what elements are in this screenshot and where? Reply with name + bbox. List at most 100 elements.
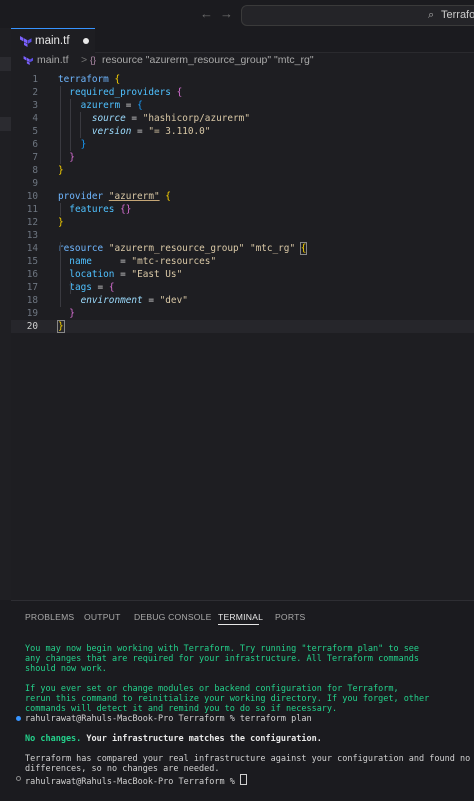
braces-icon: {} xyxy=(90,55,97,65)
code-line[interactable]: 19 } xyxy=(11,307,474,320)
terminal-line: differences, so no changes are needed. xyxy=(25,764,220,774)
line-number: 19 xyxy=(26,308,38,319)
line-number: 3 xyxy=(32,100,38,111)
line-number: 4 xyxy=(32,113,38,124)
code-text: name = "mtc-resources" xyxy=(69,256,217,267)
line-number: 13 xyxy=(26,230,38,241)
activity-bar xyxy=(0,28,11,600)
breadcrumb-file[interactable]: main.tf xyxy=(37,53,69,68)
command-status-dot-icon[interactable] xyxy=(16,716,21,721)
code-line[interactable]: 3 azurerm = { xyxy=(11,99,474,112)
tab-output[interactable]: OUTPUT xyxy=(84,611,121,623)
terminal-line: should now work. xyxy=(25,664,107,674)
activity-item[interactable] xyxy=(0,57,11,71)
no-changes-label: No changes. xyxy=(25,734,82,744)
code-editor[interactable]: 1 terraform {2 required_providers {3 azur… xyxy=(11,68,474,600)
line-number: 20 xyxy=(26,321,38,332)
active-tab-underline xyxy=(218,624,259,625)
code-line[interactable]: 8} xyxy=(11,164,474,177)
line-number: 12 xyxy=(26,217,38,228)
line-number: 11 xyxy=(26,204,38,215)
code-line[interactable]: 20} xyxy=(11,320,474,333)
code-line[interactable]: 1 terraform { xyxy=(11,73,474,86)
terminal-line: commands will detect it and remind you t… xyxy=(25,704,338,714)
code-text: source = "hashicorp/azurerm" xyxy=(91,113,250,124)
command-center-label: Terraform xyxy=(441,9,474,21)
tab-ports[interactable]: PORTS xyxy=(275,611,305,623)
indent-guide xyxy=(70,281,71,294)
code-line[interactable]: 17 tags = { xyxy=(11,281,474,294)
code-text: tags = { xyxy=(69,282,115,293)
indent-guide xyxy=(60,242,61,307)
line-number: 14 xyxy=(26,243,38,254)
terminal-line: rerun this command to reinitialize your … xyxy=(25,694,430,704)
unsaved-dot-icon[interactable] xyxy=(83,38,89,44)
search-icon: ⌕ xyxy=(428,9,435,21)
code-line[interactable]: 6 } xyxy=(11,138,474,151)
activity-item[interactable] xyxy=(0,117,11,131)
line-number: 17 xyxy=(26,282,38,293)
line-number: 8 xyxy=(32,165,38,176)
tab-main-tf[interactable]: main.tf xyxy=(11,28,95,53)
breadcrumb: main.tf > {} resource "azurerm_resource_… xyxy=(11,53,474,68)
breadcrumb-resource[interactable]: resource "azurerm_resource_group" "mtc_r… xyxy=(102,53,314,68)
line-number: 9 xyxy=(32,178,38,189)
code-text: } xyxy=(69,308,75,319)
code-text: resource "azurerm_resource_group" "mtc_r… xyxy=(58,242,308,255)
terraform-icon xyxy=(23,56,33,65)
terminal-line: No changes. Your infrastructure matches … xyxy=(25,734,322,744)
tab-debug-console[interactable]: DEBUG CONSOLE xyxy=(134,611,212,623)
indent-guide xyxy=(60,203,61,216)
code-line[interactable]: 15 name = "mtc-resources" xyxy=(11,255,474,268)
code-text: environment = "dev" xyxy=(80,295,188,306)
code-text: provider "azurerm" { xyxy=(58,191,171,202)
tab-label: main.tf xyxy=(35,35,70,47)
command-status-dot-icon[interactable] xyxy=(16,776,21,781)
line-number: 6 xyxy=(32,139,38,150)
code-line[interactable]: 12} xyxy=(11,216,474,229)
code-line[interactable]: 18 environment = "dev" xyxy=(11,294,474,307)
tab-terminal[interactable]: TERMINAL xyxy=(218,611,263,623)
terminal-prompt-line: rahulrawat@Rahuls-MacBook-Pro Terraform … xyxy=(25,714,312,724)
indent-guide xyxy=(80,112,81,138)
code-text: features {} xyxy=(69,204,132,215)
code-line[interactable]: 16 location = "East Us" xyxy=(11,268,474,281)
terminal-input-line[interactable]: rahulrawat@Rahuls-MacBook-Pro Terraform … xyxy=(25,774,247,787)
panel-gutter xyxy=(0,600,11,800)
breadcrumb-separator: > xyxy=(81,54,88,66)
back-arrow-icon[interactable]: ← xyxy=(200,7,214,21)
line-number: 5 xyxy=(32,126,38,137)
terminal-prompt: rahulrawat@Rahuls-MacBook-Pro Terraform … xyxy=(25,777,240,787)
terminal-line: You may now begin working with Terraform… xyxy=(25,644,420,654)
no-changes-text: Your infrastructure matches the configur… xyxy=(81,734,322,744)
line-number: 1 xyxy=(32,74,38,85)
indent-guide xyxy=(70,99,71,151)
terraform-icon xyxy=(20,36,32,47)
tab-problems[interactable]: PROBLEMS xyxy=(25,611,74,623)
line-number: 7 xyxy=(32,152,38,163)
code-text: required_providers { xyxy=(69,87,183,98)
code-line[interactable]: 13 xyxy=(11,229,474,242)
terminal-line: If you ever set or change modules or bac… xyxy=(25,684,399,694)
line-number: 18 xyxy=(26,295,38,306)
forward-arrow-icon[interactable]: → xyxy=(220,7,234,21)
terminal-line: Terraform has compared your real infrast… xyxy=(25,754,471,764)
line-number: 10 xyxy=(26,191,38,202)
code-line[interactable]: 7 } xyxy=(11,151,474,164)
code-text: } xyxy=(80,139,87,150)
code-text: } xyxy=(58,217,64,228)
indent-guide xyxy=(60,86,61,164)
code-line[interactable]: 14 resource "azurerm_resource_group" "mtc… xyxy=(11,242,474,255)
code-line[interactable]: 9 xyxy=(11,177,474,190)
code-line[interactable]: 10 provider "azurerm" { xyxy=(11,190,474,203)
line-number: 16 xyxy=(26,269,38,280)
code-line[interactable]: 2 required_providers { xyxy=(11,86,474,99)
code-line[interactable]: 11 features {} xyxy=(11,203,474,216)
line-number: 2 xyxy=(32,87,38,98)
code-text: terraform { xyxy=(58,74,121,85)
code-text: } xyxy=(58,165,64,176)
code-text: location = "East Us" xyxy=(69,269,183,280)
line-number: 15 xyxy=(26,256,38,267)
terminal-cursor xyxy=(239,774,247,785)
command-center[interactable]: ⌕ Terraform xyxy=(241,5,474,26)
